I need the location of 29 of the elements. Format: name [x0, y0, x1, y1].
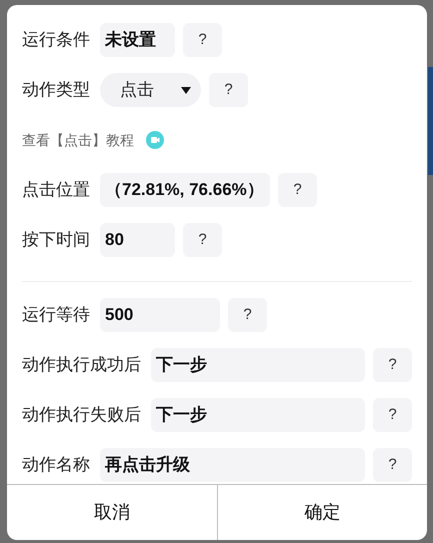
field-label: 按下时间 — [22, 229, 90, 252]
dialog-button[interactable]: 确定 — [216, 485, 427, 540]
help-button[interactable]: ? — [278, 173, 317, 207]
input-field[interactable]: 下一步 — [151, 348, 365, 382]
help-button[interactable]: ? — [373, 448, 412, 482]
field-label: 动作类型 — [22, 79, 90, 102]
help-button[interactable]: ? — [183, 23, 222, 57]
help-button[interactable]: ? — [373, 398, 412, 432]
field-label: 运行条件 — [22, 29, 90, 52]
field-label: 点击位置 — [22, 179, 90, 202]
help-button[interactable]: ? — [209, 73, 248, 107]
field-label: 运行等待 — [22, 304, 90, 326]
dialog-button[interactable]: 取消 — [7, 485, 216, 540]
input-field[interactable]: 未设置 — [100, 23, 175, 57]
type-dropdown[interactable]: 点击 — [100, 73, 201, 107]
field-label: 动作执行成功后 — [22, 354, 141, 376]
caret-icon — [181, 86, 191, 94]
tutorial-link[interactable]: 查看【点击】教程 — [22, 130, 134, 150]
input-field[interactable]: 再点击升级 — [100, 448, 365, 482]
input-field[interactable]: 下一步 — [151, 398, 365, 432]
input-field[interactable]: 80 — [100, 223, 175, 257]
help-button[interactable]: ? — [183, 223, 222, 257]
field-label: 动作执行失败后 — [22, 404, 141, 426]
video-icon[interactable] — [146, 131, 164, 149]
input-field[interactable]: 500 — [100, 298, 220, 332]
help-button[interactable]: ? — [228, 298, 267, 332]
field-label: 动作名称 — [22, 454, 90, 476]
help-button[interactable]: ? — [373, 348, 412, 382]
input-field[interactable]: （72.81%, 76.66%） — [100, 173, 270, 207]
